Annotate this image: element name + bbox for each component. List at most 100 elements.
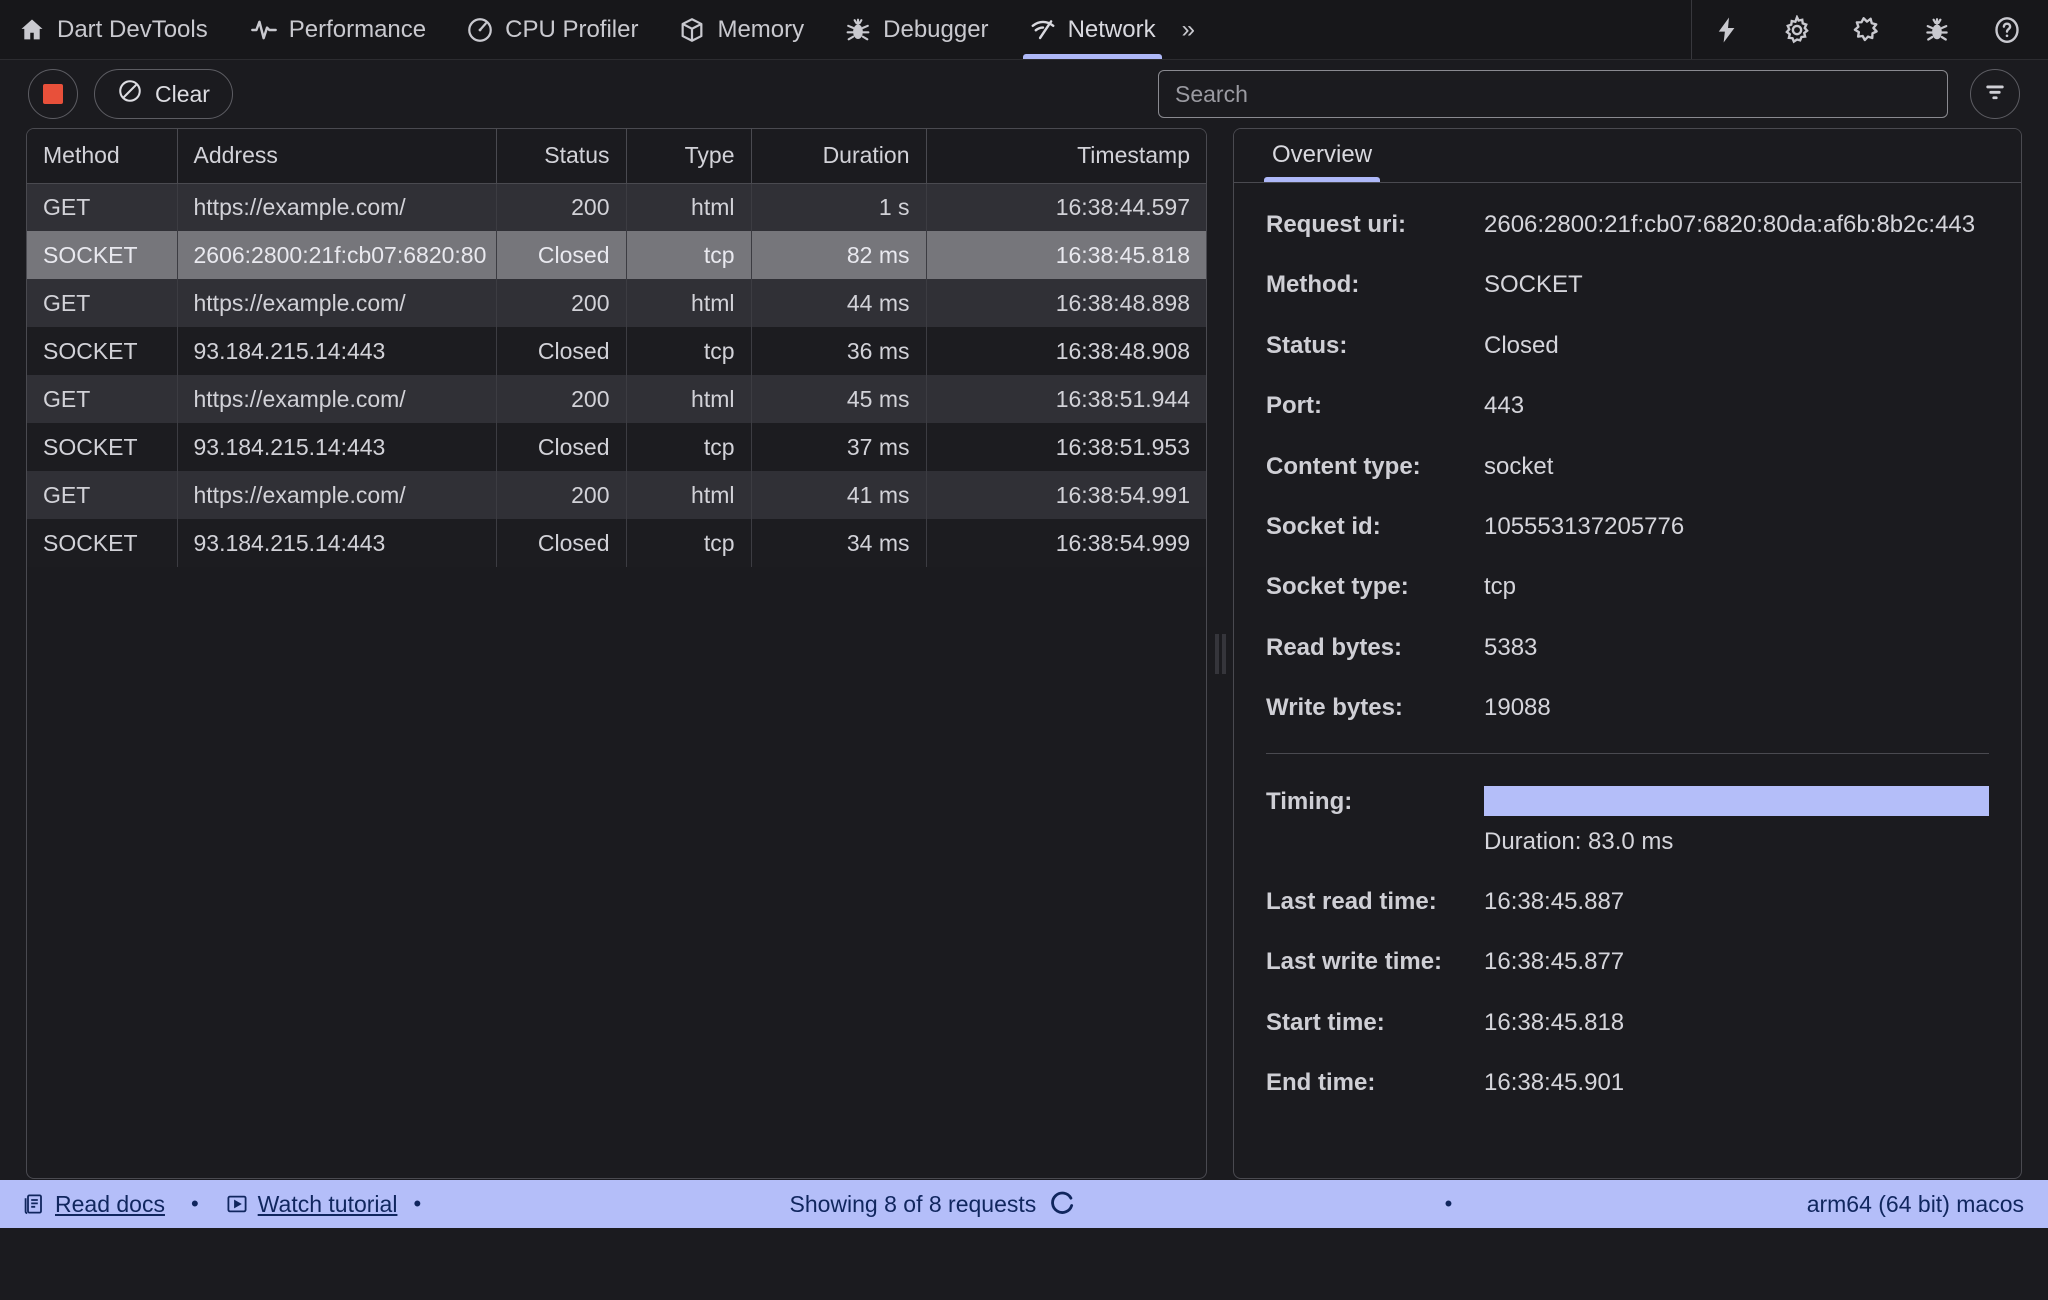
detail-field-value: 19088 (1484, 694, 1551, 722)
detail-time-value: 16:38:45.901 (1484, 1069, 1625, 1097)
pulse-icon (250, 16, 278, 44)
tab-network[interactable]: Network (1009, 0, 1176, 59)
detail-time-label: Last write time: (1266, 948, 1443, 976)
status-bar: Read docs • Watch tutorial • Showing 8 o… (0, 1180, 2048, 1228)
cell-status: 200 (496, 375, 627, 423)
tab-memory[interactable]: Memory (658, 0, 824, 59)
detail-field-value: 2606:2800:21f:cb07:6820:80da:af6b:8b2c:4… (1484, 211, 1976, 238)
details-content: Request uri: 2606:2800:21f:cb07:6820:80da… (1234, 183, 2021, 1099)
tab-overview-label: Overview (1272, 141, 1373, 168)
cell-type: html (626, 183, 752, 231)
column-header-duration[interactable]: Duration (751, 129, 927, 184)
cell-type: html (626, 279, 752, 327)
cell-type: tcp (626, 327, 752, 375)
cell-address: https://example.com/ (177, 183, 497, 231)
hot-reload-icon[interactable] (1712, 15, 1742, 45)
cell-type: tcp (626, 423, 752, 471)
report-bug-icon[interactable] (1922, 15, 1952, 45)
cell-method: SOCKET (27, 327, 178, 375)
table-row[interactable]: GET https://example.com/200 html 44 ms 16:38… (27, 279, 1206, 327)
cell-address: 93.184.215.14:443 (177, 423, 497, 471)
table-row[interactable]: GET https://example.com/200 html 1 s 16:38:4… (27, 183, 1206, 231)
details-tabstrip: Overview (1234, 129, 2021, 183)
column-header-method[interactable]: Method (27, 129, 178, 184)
detail-time-label: Last read time: (1266, 887, 1437, 915)
detail-time-label: Start time: (1266, 1008, 1385, 1036)
sidebar-item-dart-devtools[interactable]: Dart DevTools (0, 0, 230, 59)
clear-button[interactable]: Clear (94, 69, 233, 119)
watch-tutorial-link[interactable]: Watch tutorial (225, 1191, 397, 1218)
timing-label: Timing: (1266, 787, 1353, 815)
table-body: GET https://example.com/200 html 1 s 16:38:4… (27, 183, 1206, 567)
nav-label-memory: Memory (717, 15, 805, 43)
nav-label-performance: Performance (288, 15, 427, 43)
cell-type: tcp (626, 231, 752, 279)
column-header-timestamp[interactable]: Timestamp (926, 129, 1206, 184)
network-requests-panel: Method Address Status Type Duration Time… (26, 128, 1207, 1179)
table-row[interactable]: SOCKET 93.184.215.14:443 Closed tcp 34 ms 16:… (27, 519, 1206, 567)
top-navigation-bar: Dart DevTools Performance CPU Profiler M… (0, 0, 2048, 60)
detail-field-value: 5383 (1484, 633, 1538, 661)
tab-cpu-profiler[interactable]: CPU Profiler (446, 0, 658, 59)
cell-duration: 45 ms (751, 375, 927, 423)
cell-address: https://example.com/ (177, 279, 497, 327)
timing-row: Timing: (1266, 785, 1989, 818)
cell-timestamp: 16:38:44.597 (926, 183, 1206, 231)
search-input[interactable] (1158, 70, 1948, 118)
cell-status: Closed (496, 327, 627, 375)
network-requests-table: Method Address Status Type Duration Time… (27, 129, 1206, 567)
tab-performance[interactable]: Performance (230, 0, 446, 59)
timing-bar[interactable] (1484, 785, 1989, 816)
cell-duration: 36 ms (751, 327, 927, 375)
request-details-panel: Overview Request uri: 2606:2800:21f:cb07:… (1233, 128, 2022, 1179)
clear-button-label: Clear (155, 80, 210, 107)
column-header-type[interactable]: Type (626, 129, 752, 184)
splitter-grip-handle[interactable] (1214, 633, 1226, 674)
clear-icon (117, 78, 143, 110)
detail-field-label: Write bytes: (1266, 694, 1403, 722)
gear-icon[interactable] (1782, 13, 1812, 45)
table-row[interactable]: GET https://example.com/200 html 41 ms 16:38… (27, 471, 1206, 519)
tab-debugger[interactable]: Debugger (824, 0, 1008, 59)
read-docs-link[interactable]: Read docs (22, 1191, 165, 1218)
stop-recording-button[interactable] (28, 69, 78, 119)
panel-splitter[interactable] (1207, 128, 1233, 1179)
nav-label-cpu-profiler: CPU Profiler (505, 15, 639, 43)
detail-field-value: socket (1484, 452, 1554, 480)
detail-time-row: Last write time: 16:38:45.877 (1266, 946, 1989, 978)
cell-duration: 34 ms (751, 519, 927, 567)
nav-label-dart-devtools: Dart DevTools (57, 15, 208, 43)
speedometer-icon (466, 16, 494, 44)
column-header-address[interactable]: Address (177, 129, 497, 184)
nav-more-button[interactable]: » (1176, 0, 1211, 59)
detail-field-row: Socket id: 105553137205776 (1266, 511, 1989, 543)
cell-timestamp: 16:38:48.898 (926, 279, 1206, 327)
detail-time-label: End time: (1266, 1069, 1376, 1097)
cell-timestamp: 16:38:51.953 (926, 423, 1206, 471)
detail-field-row: Status: Closed (1266, 330, 1989, 362)
extensions-icon[interactable] (1852, 15, 1882, 45)
tab-overview[interactable]: Overview (1258, 141, 1386, 182)
column-header-status[interactable]: Status (496, 129, 627, 184)
help-icon[interactable] (1992, 15, 2022, 45)
cell-method: SOCKET (27, 519, 178, 567)
detail-field-row: Socket type: tcp (1266, 571, 1989, 603)
detail-field-label: Status: (1266, 331, 1348, 359)
table-row[interactable]: SOCKET 2606:2800:21f:cb07:6820:80 Closed tc… (27, 231, 1206, 279)
detail-field-label: Content type: (1266, 452, 1421, 480)
cell-method: SOCKET (27, 231, 178, 279)
cell-status: 200 (496, 183, 627, 231)
detail-field-value: Closed (1484, 331, 1559, 359)
table-row[interactable]: GET https://example.com/200 html 45 ms 16:38… (27, 375, 1206, 423)
filter-button[interactable] (1970, 69, 2020, 119)
detail-time-row: End time: 16:38:45.901 (1266, 1067, 1989, 1099)
cell-timestamp: 16:38:54.999 (926, 519, 1206, 567)
detail-field-row: Port: 443 (1266, 390, 1989, 422)
table-row[interactable]: SOCKET 93.184.215.14:443 Closed tcp 37 ms 16:… (27, 423, 1206, 471)
table-row[interactable]: SOCKET 93.184.215.14:443 Closed tcp 36 ms 16:… (27, 327, 1206, 375)
network-toolbar: Clear (0, 60, 2048, 128)
main-content-area: Method Address Status Type Duration Time… (0, 128, 2048, 1228)
status-separator-3: • (1444, 1191, 1453, 1216)
details-time-list: Last read time: 16:38:45.887 Last write ti… (1266, 886, 1989, 1100)
